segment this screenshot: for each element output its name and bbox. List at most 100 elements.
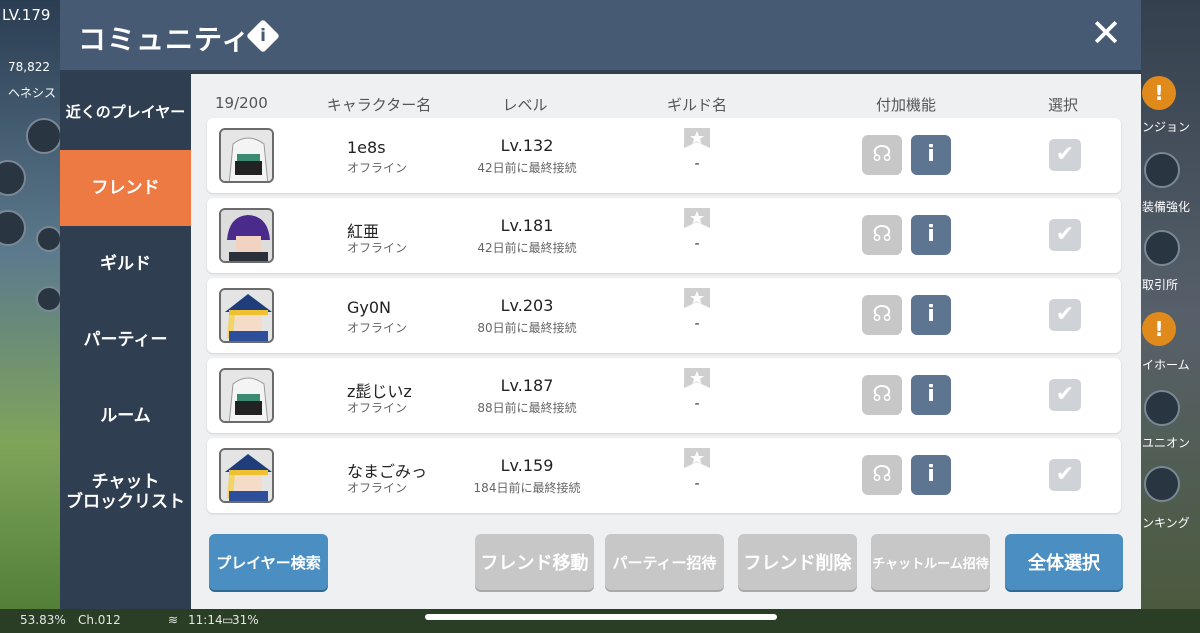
- friend-row[interactable]: なまごみっ オフライン Lv.159 184日前に最終接続 - ☊ i ✔: [207, 438, 1121, 513]
- character-name: Gy0N: [347, 298, 392, 317]
- friend-list-panel: 19/200 キャラクター名 レベル ギルド名 付加機能 選択 1e8s オフラ…: [191, 74, 1141, 609]
- sidebar-item-nearby-players[interactable]: 近くのプレイヤー: [60, 74, 191, 150]
- online-status: オフライン: [347, 161, 408, 175]
- clock-icon[interactable]: [26, 118, 62, 154]
- sidebar-item-guild[interactable]: ギルド: [60, 226, 191, 302]
- whisper-ear-icon[interactable]: ☊: [862, 295, 902, 335]
- game-background-right: ! ンジョン 装備強化 取引所 ! イホーム ユニオン ンキング: [1140, 0, 1200, 633]
- guild-name: -: [694, 476, 700, 492]
- guild-emblem-icon: [684, 208, 710, 228]
- sidebar-item-room[interactable]: ルーム: [60, 378, 191, 454]
- avatar: [219, 448, 274, 503]
- player-search-button[interactable]: プレイヤー検索: [209, 534, 328, 590]
- union-icon[interactable]: [1144, 390, 1180, 426]
- avatar: [219, 128, 274, 183]
- character-level: Lv.159: [500, 456, 554, 475]
- dialog-title: コミュニティ: [78, 23, 251, 56]
- guild-name: -: [694, 316, 700, 332]
- enhance-label: 装備強化: [1142, 200, 1191, 214]
- guild-name: -: [694, 156, 700, 172]
- friend-row[interactable]: 1e8s オフライン Lv.132 42日前に最終接続 - ☊ i ✔: [207, 118, 1121, 193]
- select-all-button[interactable]: 全体選択: [1005, 534, 1123, 590]
- buff-icon[interactable]: [36, 286, 62, 312]
- dialog-header: コミュニティ i ✕: [60, 0, 1141, 70]
- column-header-guild: ギルド名: [666, 96, 727, 114]
- whisper-ear-icon[interactable]: ☊: [862, 215, 902, 255]
- map-name: ヘネシス: [8, 86, 57, 100]
- info-icon[interactable]: i: [246, 19, 280, 53]
- character-level: Lv.132: [500, 136, 554, 155]
- character-info-button[interactable]: i: [911, 215, 951, 255]
- trophy-icon[interactable]: [1144, 466, 1180, 502]
- scale-icon[interactable]: [1144, 230, 1180, 266]
- online-status: オフライン: [347, 321, 408, 335]
- select-checkbox[interactable]: ✔: [1049, 459, 1081, 491]
- whisper-ear-icon[interactable]: ☊: [862, 375, 902, 415]
- last-login: 42日前に最終接続: [477, 241, 577, 255]
- arrow-icon[interactable]: [0, 210, 26, 246]
- last-login: 42日前に最終接続: [477, 161, 577, 175]
- chatroom-invite-button[interactable]: チャットルーム招待: [871, 534, 990, 590]
- last-login: 184日前に最終接続: [473, 481, 581, 495]
- avatar: [219, 368, 274, 423]
- column-header-features: 付加機能: [875, 96, 936, 114]
- home-indicator[interactable]: [425, 614, 777, 620]
- friend-move-button[interactable]: フレンド移動: [475, 534, 594, 590]
- community-dialog: コミュニティ i ✕ 近くのプレイヤー フレンド ギルド パーティー ルーム チ…: [60, 0, 1141, 609]
- sidebar-item-party[interactable]: パーティー: [60, 302, 191, 378]
- avatar: [219, 208, 274, 263]
- online-status: オフライン: [347, 481, 408, 495]
- wifi-icon: ≋: [168, 613, 179, 627]
- buff-icon[interactable]: [36, 226, 62, 252]
- whisper-ear-icon[interactable]: ☊: [862, 135, 902, 175]
- column-header-select: 選択: [1047, 96, 1078, 114]
- channel-label: Ch.012: [78, 613, 121, 627]
- select-checkbox[interactable]: ✔: [1049, 299, 1081, 331]
- guild-emblem-icon: [684, 448, 710, 468]
- market-label: 取引所: [1142, 278, 1179, 292]
- sidebar-item-friends[interactable]: フレンド: [60, 150, 191, 226]
- character-info-button[interactable]: i: [911, 295, 951, 335]
- character-info-button[interactable]: i: [911, 135, 951, 175]
- guild-emblem-icon: [684, 288, 710, 308]
- dungeon-icon[interactable]: !: [1142, 76, 1176, 110]
- character-info-button[interactable]: i: [911, 455, 951, 495]
- select-checkbox[interactable]: ✔: [1049, 379, 1081, 411]
- union-label: ユニオン: [1142, 436, 1191, 450]
- character-info-button[interactable]: i: [911, 375, 951, 415]
- select-checkbox[interactable]: ✔: [1049, 139, 1081, 171]
- bottom-status-bar: 53.83% Ch.012 ≋ 11:14 ▭ 31%: [0, 609, 1200, 633]
- friend-row[interactable]: Gy0N オフライン Lv.203 80日前に最終接続 - ☊ i ✔: [207, 278, 1121, 353]
- friend-row[interactable]: z髭じいz オフライン Lv.187 88日前に最終接続 - ☊ i ✔: [207, 358, 1121, 433]
- guild-emblem-icon: [684, 368, 710, 388]
- guild-name: -: [694, 236, 700, 252]
- select-checkbox[interactable]: ✔: [1049, 219, 1081, 251]
- dungeon-label: ンジョン: [1142, 120, 1191, 134]
- online-status: オフライン: [347, 241, 408, 255]
- character-level: Lv.181: [500, 216, 554, 235]
- friend-row[interactable]: 紅亜 オフライン Lv.181 42日前に最終接続 - ☊ i ✔: [207, 198, 1121, 273]
- menu-icon[interactable]: [0, 160, 26, 196]
- sidebar-item-chat-blocklist[interactable]: チャット ブロックリスト: [60, 454, 191, 530]
- game-background-left: LV.179 78,822 ヘネシス: [0, 0, 62, 633]
- enhance-icon[interactable]: [1144, 152, 1180, 188]
- last-login: 88日前に最終接続: [477, 401, 577, 415]
- character-level: Lv.203: [500, 296, 554, 315]
- party-invite-button[interactable]: パーティー招待: [605, 534, 724, 590]
- home-icon[interactable]: !: [1142, 312, 1176, 346]
- avatar: [219, 288, 274, 343]
- clock-time: 11:14: [188, 613, 223, 627]
- myhome-label: イホーム: [1142, 358, 1190, 372]
- character-name: 1e8s: [347, 138, 386, 157]
- exp-percent: 53.83%: [20, 613, 66, 627]
- online-status: オフライン: [347, 401, 408, 415]
- guild-name: -: [694, 396, 700, 412]
- player-level: LV.179: [2, 6, 51, 24]
- character-level: Lv.187: [500, 376, 554, 395]
- friend-delete-button[interactable]: フレンド削除: [738, 534, 857, 590]
- close-button[interactable]: ✕: [1089, 14, 1123, 52]
- friend-count: 19/200: [215, 94, 268, 112]
- column-header-name: キャラクター名: [326, 96, 432, 114]
- whisper-ear-icon[interactable]: ☊: [862, 455, 902, 495]
- last-login: 80日前に最終接続: [477, 321, 577, 335]
